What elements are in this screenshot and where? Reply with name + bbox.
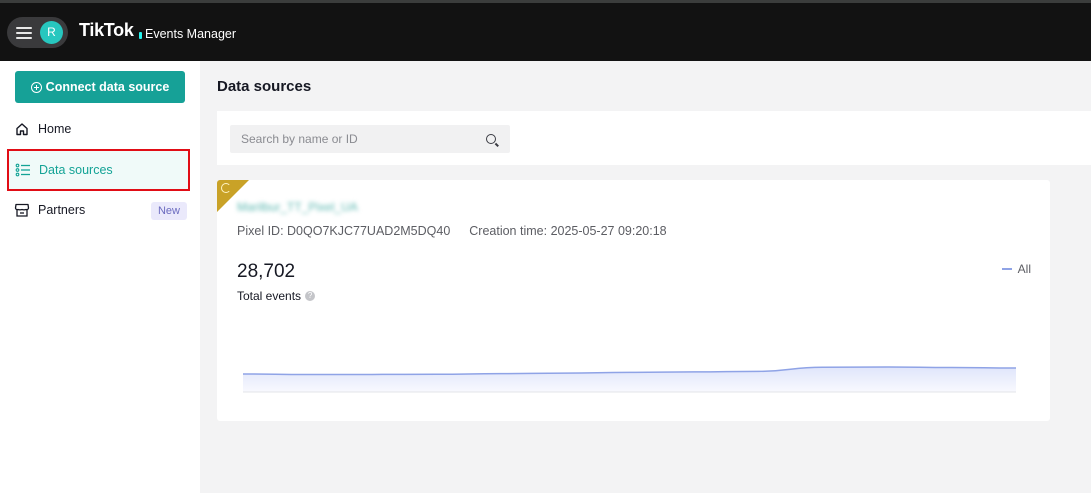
events-chart	[243, 366, 1016, 393]
sidebar-item-data-sources[interactable]: Data sources	[7, 149, 190, 191]
pixel-id-value: D0QO7KJC77UAD2M5DQ40	[287, 224, 451, 238]
total-events-value: 28,702	[237, 261, 296, 282]
pixel-name-link[interactable]: Marilbur_TT_Pixel_UA	[237, 200, 358, 214]
total-events-label-row: Total events ?	[237, 289, 316, 303]
search-box[interactable]	[230, 125, 510, 153]
new-badge: New	[151, 202, 187, 220]
brand-logo[interactable]: TikTok	[79, 20, 134, 41]
search-icon[interactable]	[486, 134, 496, 144]
hamburger-icon[interactable]	[16, 27, 32, 39]
connect-data-source-label: Connect data source	[45, 80, 170, 94]
sidebar-item-partners[interactable]: Partners New	[0, 190, 200, 230]
product-name: Events Manager	[145, 27, 237, 41]
brand-dot-icon	[139, 32, 142, 39]
pixel-meta: Pixel ID: D0QO7KJC77UAD2M5DQ40 Creation …	[237, 224, 667, 238]
avatar[interactable]: R	[40, 21, 63, 44]
top-bar: R TikTok Events Manager	[0, 3, 1091, 61]
plus-circle-icon	[30, 81, 42, 93]
creation-time-value: 2025-05-27 09:20:18	[550, 224, 667, 238]
legend-swatch	[1001, 268, 1012, 270]
connect-data-source-button[interactable]: Connect data source	[15, 71, 185, 103]
help-icon[interactable]: ?	[305, 291, 316, 301]
refresh-icon	[221, 183, 231, 193]
sidebar-item-label: Data sources	[39, 163, 113, 177]
sidebar: Connect data source Home Data sources Pa…	[0, 61, 200, 493]
legend-label: All	[1017, 262, 1031, 276]
chart-legend[interactable]: All	[1001, 262, 1031, 276]
list-icon	[15, 163, 30, 177]
page-title: Data sources	[217, 78, 312, 95]
search-panel	[217, 111, 1091, 165]
pixel-id-label: Pixel ID:	[237, 224, 284, 238]
series-area	[243, 366, 1016, 392]
total-events-label: Total events	[237, 289, 302, 303]
sidebar-item-label: Partners	[38, 203, 86, 217]
creation-time-label: Creation time:	[469, 224, 548, 238]
search-input[interactable]	[230, 125, 470, 153]
sidebar-item-home[interactable]: Home	[0, 109, 200, 149]
account-menu-button[interactable]: R	[7, 17, 68, 48]
home-icon	[16, 123, 28, 136]
pixel-card[interactable]: Marilbur_TT_Pixel_UA Pixel ID: D0QO7KJC7…	[217, 180, 1050, 421]
sidebar-item-label: Home	[38, 122, 72, 136]
store-icon	[14, 203, 30, 217]
